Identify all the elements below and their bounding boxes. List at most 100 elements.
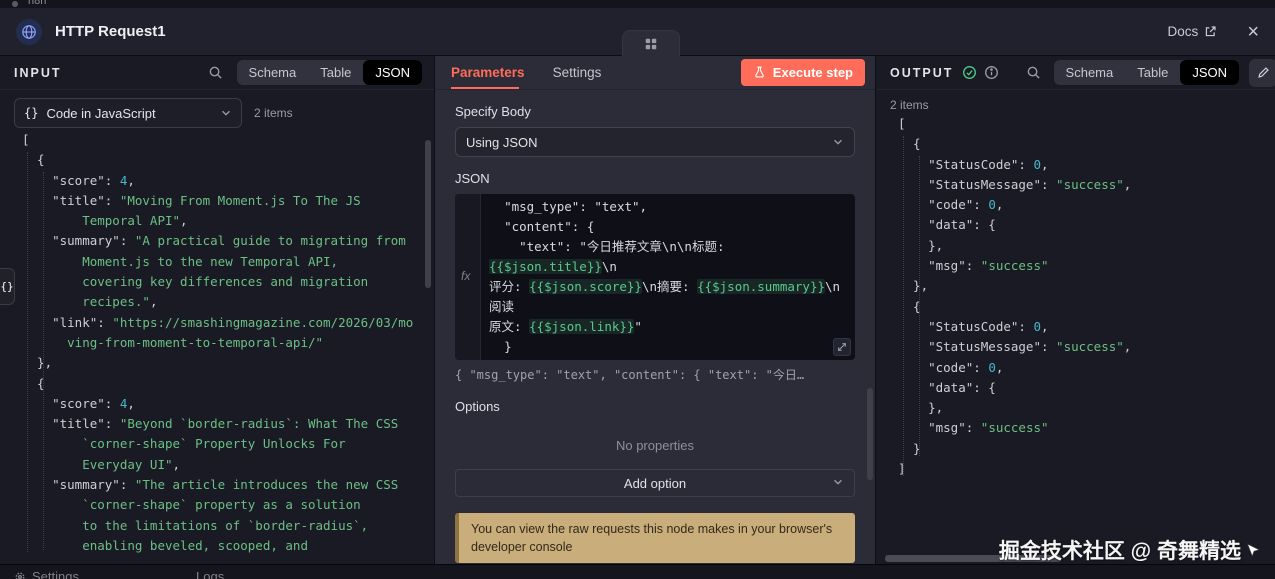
editor-code[interactable]: "msg_type": "text", "content": { "text":… [489, 197, 847, 357]
flask-icon [753, 66, 766, 79]
add-option-button[interactable]: Add option [455, 469, 855, 497]
code-line: ] [898, 461, 906, 477]
watermark-text: 掘金技术社区 @ 奇舞精选 [998, 540, 1241, 563]
code-line: to the limitations of `border-radius`, [22, 517, 369, 533]
code-line: "score": 4, [22, 395, 135, 411]
logs-bottom-item[interactable]: Logs [196, 567, 224, 579]
input-json-view[interactable]: [ { "score": 4, "title": "Moving From Mo… [0, 130, 434, 579]
params-scrollbar[interactable] [867, 388, 873, 480]
watermark: 掘金技术社区 @ 奇舞精选 [999, 535, 1261, 565]
code-line: { [22, 152, 45, 168]
code-line: }, [22, 355, 53, 371]
code-line: [ [898, 116, 906, 131]
tab-parameters[interactable]: Parameters [451, 65, 525, 80]
code-line: `corner-shape` property as a solution [22, 497, 361, 513]
indent-guide [903, 136, 904, 476]
background-bottom-bar: Settings Logs [0, 564, 1275, 579]
output-json-view[interactable]: [ { "StatusCode": 0, "StatusMessage": "s… [876, 114, 1275, 579]
tab-json[interactable]: JSON [1180, 60, 1239, 85]
code-line: 原文: {{$json.link}}" [489, 319, 642, 334]
external-link-icon [1204, 25, 1217, 38]
code-line: 评分: {{$json.score}}\n摘要: {{$json.summary… [489, 279, 841, 314]
edit-output-button[interactable] [1249, 58, 1275, 87]
search-icon[interactable] [1026, 65, 1041, 80]
add-option-label: Add option [623, 475, 687, 491]
app-name: n8n [28, 0, 47, 7]
chevron-down-icon [832, 136, 844, 148]
code-line: { [898, 298, 921, 314]
node-title: HTTP Request1 [55, 23, 166, 40]
code-line: "data": { [898, 217, 996, 233]
input-source-select[interactable]: {} Code in JavaScript [14, 98, 242, 128]
options-label: Options [455, 399, 500, 414]
code-line: "data": { [898, 379, 996, 395]
params-body: Specify Body Using JSON JSON fx "msg_typ… [435, 90, 875, 579]
output-panel: OUTPUT Schema Table JSON 2 items [{"St… [875, 56, 1275, 579]
execute-step-label: Execute step [772, 65, 853, 80]
code-line: "summary": "The article introduces the n… [22, 477, 399, 493]
code-braces-icon: {} [24, 106, 39, 120]
docs-link[interactable]: Docs [1168, 24, 1218, 39]
execute-step-button[interactable]: Execute step [740, 59, 865, 86]
tab-schema[interactable]: Schema [237, 60, 309, 85]
chevron-down-icon [832, 476, 844, 488]
code-line: }, [898, 400, 944, 416]
success-check-icon [962, 65, 977, 80]
tab-settings[interactable]: Settings [553, 65, 602, 80]
code-line: ving-from-moment-to-temporal-api/" [22, 334, 324, 350]
output-view-tabs: Schema Table JSON [1053, 60, 1239, 85]
input-panel-header: INPUT Schema Table JSON [0, 56, 434, 90]
close-icon[interactable]: × [1247, 22, 1259, 42]
code-line: } [489, 339, 512, 354]
code-line: { [898, 136, 921, 152]
no-properties-text: No properties [615, 438, 695, 453]
info-icon[interactable] [984, 65, 999, 80]
active-tab-underline [451, 87, 519, 89]
settings-bottom-item[interactable]: Settings [14, 567, 79, 579]
http-request-node-icon [16, 18, 42, 45]
code-line: enabling beveled, scooped, and [22, 537, 308, 553]
pencil-icon [1257, 66, 1270, 79]
body-type-select[interactable]: Using JSON [455, 127, 855, 157]
node-icon-tab[interactable] [622, 30, 680, 56]
fx-expression-icon: fx [461, 269, 471, 283]
search-icon[interactable] [208, 65, 223, 80]
indent-guide [27, 152, 28, 552]
background-app-strip: n8n [0, 0, 1275, 8]
input-panel: INPUT Schema Table JSON {} Code in JavaS… [0, 56, 435, 579]
tab-table[interactable]: Table [308, 60, 363, 85]
raw-requests-notice: You can view the raw requests this node … [455, 513, 855, 564]
code-line: "link": "https://smashingmagazine.com/20… [22, 314, 414, 330]
code-line: "title": "Beyond `border-radius`: What T… [22, 416, 399, 432]
tab-table[interactable]: Table [1125, 60, 1180, 85]
code-line: Moment.js to the new Temporal API, [22, 253, 339, 269]
output-title: OUTPUT [890, 65, 954, 80]
output-panel-header: OUTPUT Schema Table JSON [876, 56, 1275, 90]
input-scrollbar[interactable] [425, 140, 431, 288]
code-line: "StatusMessage": "success", [898, 176, 1132, 192]
input-source-label: Code in JavaScript [46, 105, 156, 121]
output-items-count: 2 items [890, 98, 929, 112]
input-source-row: {} Code in JavaScript 2 items [0, 90, 434, 134]
code-line: "score": 4, [22, 172, 135, 188]
code-line: "title": "Moving From Moment.js To The J… [22, 192, 361, 208]
code-line: }, [898, 237, 944, 253]
code-line: "code": 0, [898, 359, 1004, 375]
code-line: "code": 0, [898, 197, 1004, 213]
settings-label: Settings [32, 569, 79, 579]
indent-guide [919, 156, 920, 456]
code-line: "msg_type": "text", [489, 199, 648, 214]
node-detail-view: n8n HTTP Request1 Docs × INPUT Schema Ta… [0, 0, 1275, 579]
code-line: recipes.", [22, 294, 158, 310]
grid-icon [644, 37, 658, 51]
code-line: "content": { [489, 219, 595, 234]
tab-json[interactable]: JSON [363, 60, 422, 85]
code-line: "StatusCode": 0, [898, 318, 1049, 334]
editor-resize-grip[interactable] [833, 338, 851, 356]
params-header: Parameters Settings Execute step [435, 56, 875, 90]
input-panel-toggle[interactable]: {} [0, 268, 15, 305]
code-line: }, [898, 278, 929, 294]
tab-schema[interactable]: Schema [1054, 60, 1126, 85]
json-expression-editor[interactable]: fx "msg_type": "text", "content": { "tex… [455, 194, 855, 360]
docs-label: Docs [1167, 24, 1199, 39]
